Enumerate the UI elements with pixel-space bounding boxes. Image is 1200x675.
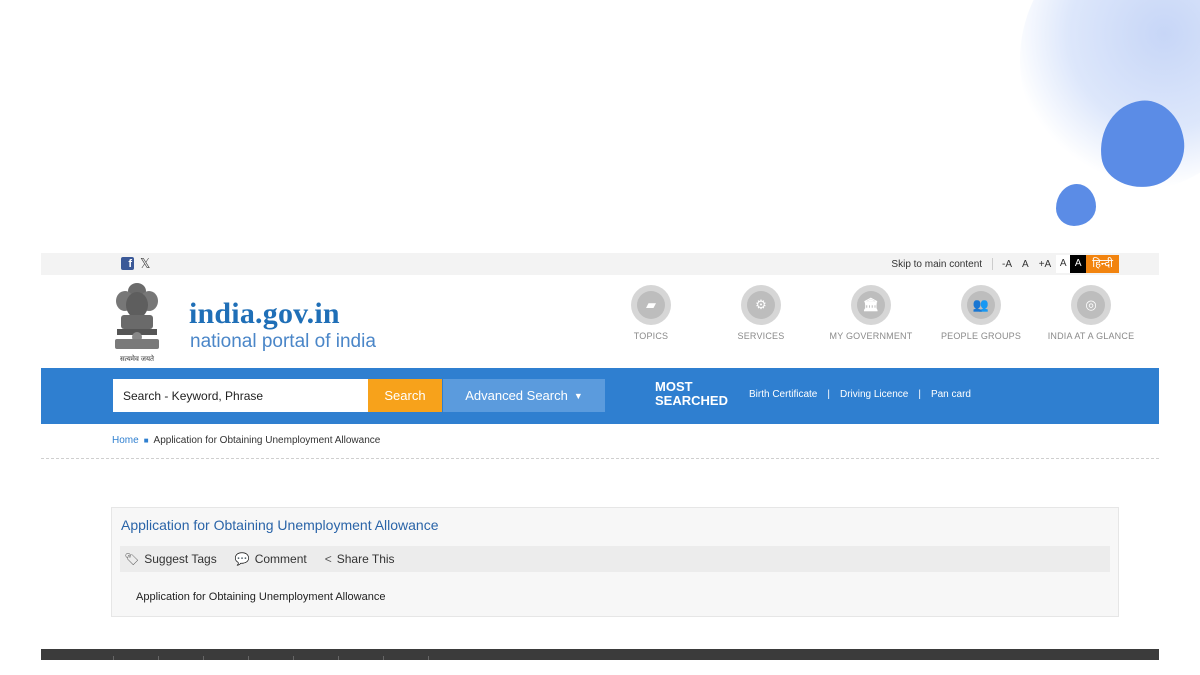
nav-label: PEOPLE GROUPS xyxy=(940,331,1022,341)
national-emblem-logo[interactable]: सत्यमेव जयते xyxy=(111,281,163,365)
most-searched-link[interactable]: Pan card xyxy=(931,389,971,400)
contrast-dark-button[interactable]: A xyxy=(1070,255,1087,273)
facebook-icon[interactable]: f xyxy=(121,257,134,270)
nav-label: MY GOVERNMENT xyxy=(829,331,913,341)
most-searched-links: Birth Certificate | Driving Licence | Pa… xyxy=(749,389,971,400)
government-icon: 🏛 xyxy=(851,285,891,325)
site-header: सत्यमेव जयते india.gov.in national porta… xyxy=(41,275,1159,368)
people-groups-icon: 👥 xyxy=(961,285,1001,325)
share-button[interactable]: < Share This xyxy=(325,552,395,566)
suggest-tags-button[interactable]: 🏷 Suggest Tags xyxy=(124,552,217,566)
top-utility-bar: f 𝕏 Skip to main content -A A +A A A हिन… xyxy=(41,253,1159,275)
caret-down-icon: ▼ xyxy=(573,390,583,401)
hindi-language-button[interactable]: हिन्दी xyxy=(1086,255,1119,273)
most-searched-link[interactable]: Driving Licence xyxy=(840,389,908,400)
font-decrease-button[interactable]: -A xyxy=(997,259,1017,270)
decorative-blob-small xyxy=(1056,184,1096,226)
breadcrumb-home-link[interactable]: Home xyxy=(112,435,139,446)
main-nav: ▰ TOPICS ⚙ SERVICES 🏛 MY GOVERNMENT 👥 PE… xyxy=(596,285,1146,341)
accessibility-controls: Skip to main content -A A +A A A हिन्दी xyxy=(891,255,1119,273)
content-body-text: Application for Obtaining Unemployment A… xyxy=(136,591,386,603)
nav-india-at-a-glance[interactable]: ◎ INDIA AT A GLANCE xyxy=(1036,285,1146,341)
breadcrumb-separator-icon: ■ xyxy=(143,436,149,445)
search-bar: Search Advanced Search ▼ MOST SEARCHED B… xyxy=(41,368,1159,424)
contrast-light-button[interactable]: A xyxy=(1056,255,1071,273)
tag-icon: 🏷 xyxy=(124,552,140,566)
advanced-search-label: Advanced Search xyxy=(465,388,568,403)
footer-link[interactable] xyxy=(338,656,383,660)
most-searched-heading: MOST SEARCHED xyxy=(655,379,728,408)
nav-label: INDIA AT A GLANCE xyxy=(1047,331,1135,341)
footer-link[interactable] xyxy=(293,656,338,660)
nav-label: SERVICES xyxy=(737,331,785,341)
nav-my-government[interactable]: 🏛 MY GOVERNMENT xyxy=(816,285,926,341)
search-input[interactable] xyxy=(113,379,368,412)
share-icon: < xyxy=(324,552,332,566)
divider xyxy=(992,258,994,270)
topics-icon: ▰ xyxy=(631,285,671,325)
search-button[interactable]: Search xyxy=(368,379,442,412)
action-label: Share This xyxy=(336,552,395,566)
footer-links xyxy=(113,656,473,660)
site-subtitle: national portal of india xyxy=(190,331,376,352)
action-label: Comment xyxy=(254,552,307,566)
comment-button[interactable]: 💬 Comment xyxy=(235,552,307,566)
nav-label: TOPICS xyxy=(633,331,669,341)
font-normal-button[interactable]: A xyxy=(1017,259,1034,270)
site-title[interactable]: india.gov.in xyxy=(189,297,340,331)
footer-link[interactable] xyxy=(158,656,203,660)
breadcrumb-divider xyxy=(41,458,1159,459)
nav-topics[interactable]: ▰ TOPICS xyxy=(596,285,706,341)
nav-people-groups[interactable]: 👥 PEOPLE GROUPS xyxy=(926,285,1036,341)
footer-link[interactable] xyxy=(113,656,158,660)
emblem-caption: सत्यमेव जयते xyxy=(119,356,155,363)
site-footer xyxy=(41,649,1159,660)
footer-link[interactable] xyxy=(428,656,473,660)
emblem-icon xyxy=(115,283,159,349)
page-title: Application for Obtaining Unemployment A… xyxy=(121,517,439,533)
divider: | xyxy=(827,389,830,400)
action-label: Suggest Tags xyxy=(144,552,217,566)
breadcrumb: Home ■ Application for Obtaining Unemplo… xyxy=(112,435,380,446)
footer-link[interactable] xyxy=(248,656,293,660)
most-searched-link[interactable]: Birth Certificate xyxy=(749,389,817,400)
content-actions-bar: 🏷 Suggest Tags 💬 Comment < Share This xyxy=(120,546,1110,572)
screenshot-stage: f 𝕏 Skip to main content -A A +A A A हिन… xyxy=(0,0,1200,675)
services-icon: ⚙ xyxy=(741,285,781,325)
social-links: f 𝕏 xyxy=(121,257,150,270)
divider: | xyxy=(918,389,921,400)
advanced-search-dropdown[interactable]: Advanced Search ▼ xyxy=(443,379,605,412)
website-frame: f 𝕏 Skip to main content -A A +A A A हिन… xyxy=(41,253,1159,660)
breadcrumb-current: Application for Obtaining Unemployment A… xyxy=(153,435,381,446)
font-increase-button[interactable]: +A xyxy=(1034,259,1057,270)
x-icon[interactable]: 𝕏 xyxy=(140,257,150,270)
footer-link[interactable] xyxy=(383,656,428,660)
india-glance-icon: ◎ xyxy=(1071,285,1111,325)
nav-services[interactable]: ⚙ SERVICES xyxy=(706,285,816,341)
content-card: Application for Obtaining Unemployment A… xyxy=(111,507,1119,617)
footer-link[interactable] xyxy=(203,656,248,660)
skip-to-main-link[interactable]: Skip to main content xyxy=(891,259,982,270)
comment-icon: 💬 xyxy=(234,552,250,566)
